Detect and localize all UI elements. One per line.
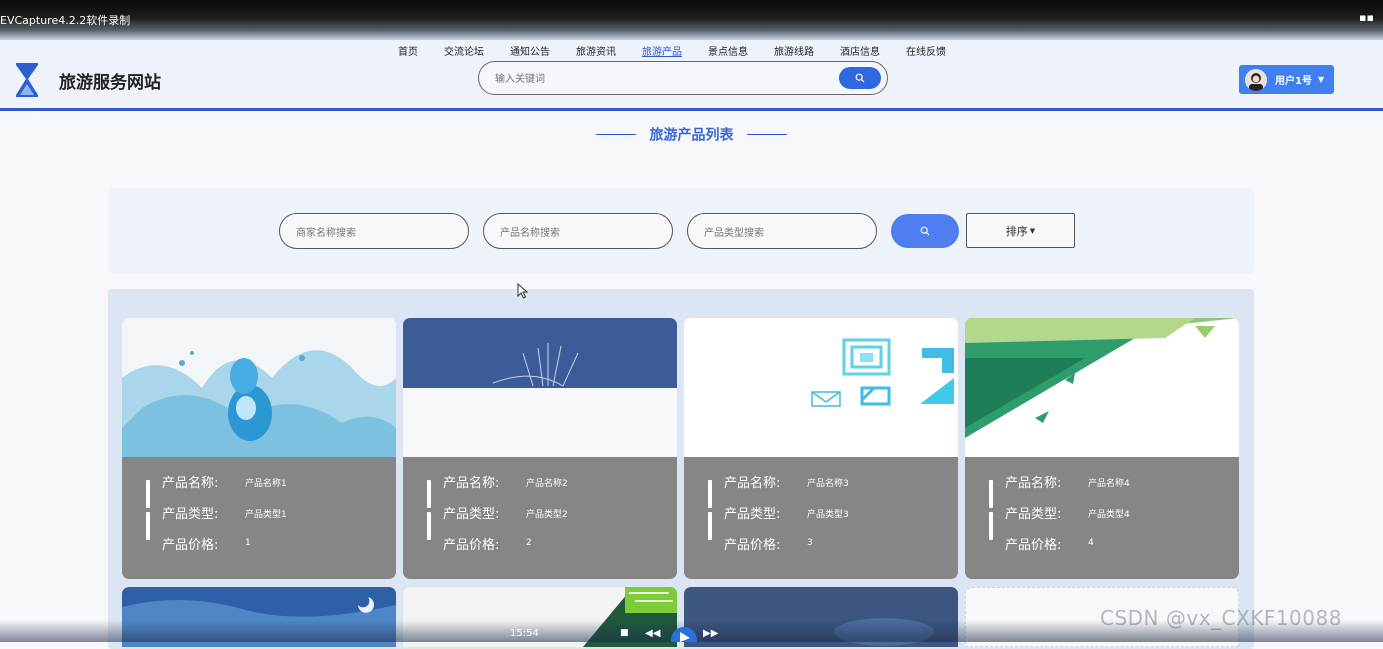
product-card[interactable]: 产品名称: 产品名称1 产品类型: 产品类型1 产品价格: 1 [122,318,396,579]
search-icon [855,73,865,83]
keyword-search-input[interactable] [493,70,827,88]
product-info: 产品名称: 产品名称3 产品类型: 产品类型3 产品价格: 3 [684,457,958,579]
main-nav: 首页 交流论坛 通知公告 旅游资讯 旅游产品 景点信息 旅游线路 酒店信息 在线… [385,40,959,60]
info-bar [989,480,993,508]
nav-item-attractions[interactable]: 景点信息 [708,43,748,58]
rewind-icon[interactable]: ◀◀ [645,628,660,639]
filter-search-button[interactable] [891,214,959,248]
header-search-button[interactable] [839,67,881,89]
nav-item-feedback[interactable]: 在线反馈 [906,43,946,58]
product-name: 产品名称4 [1088,479,1130,489]
product-image [122,318,396,457]
sort-label: 排序 [1005,224,1028,238]
capture-title: EVCapture4.2.2软件录制 [0,14,131,27]
filter-panel: 排序 ▼ [108,188,1254,274]
product-type: 产品类型1 [245,510,287,520]
product-name-label: 产品名称: [443,476,500,491]
product-name: 产品名称3 [807,479,849,489]
section-heading: 旅游产品列表 [0,124,1383,145]
product-type: 产品类型3 [807,510,849,520]
product-name-label: 产品名称: [724,476,781,491]
product-card[interactable]: 产品名称: 产品名称2 产品类型: 产品类型2 产品价格: 2 [403,318,677,579]
merchant-search-field [279,213,469,249]
product-price: 1 [245,538,251,548]
mouse-cursor-icon [517,283,529,299]
product-price-label: 产品价格: [443,538,500,553]
type-search-field [687,213,877,249]
product-name-label: 产品名称: [1005,476,1062,491]
product-type-label: 产品类型: [1005,507,1062,522]
info-bar [146,480,150,508]
search-icon [920,226,930,236]
product-name-label: 产品名称: [162,476,219,491]
nav-item-home[interactable]: 首页 [398,43,418,58]
product-type: 产品类型2 [526,510,568,520]
product-type-label: 产品类型: [443,507,500,522]
heading-line-left [596,133,637,136]
product-price: 4 [1088,538,1094,548]
grid-icon[interactable]: ▪▪ [1359,12,1374,24]
product-info: 产品名称: 产品名称4 产品类型: 产品类型4 产品价格: 4 [965,457,1239,579]
product-type-label: 产品类型: [724,507,781,522]
nav-item-routes[interactable]: 旅游线路 [774,43,814,58]
product-image [965,318,1239,457]
forward-icon[interactable]: ▶▶ [703,628,718,639]
product-name: 产品名称2 [526,479,568,489]
type-search-input[interactable] [702,224,866,242]
nav-item-notices[interactable]: 通知公告 [510,43,550,58]
nav-item-news[interactable]: 旅游资讯 [576,43,616,58]
product-price-label: 产品价格: [724,538,781,553]
product-type-label: 产品类型: [162,507,219,522]
info-bar [989,512,993,540]
product-card[interactable]: 产品名称: 产品名称3 产品类型: 产品类型3 产品价格: 3 [684,318,958,579]
product-name: 产品名称1 [245,479,287,489]
header-search [478,61,888,95]
video-player-bar: 15:54 ◀◀ ▶▶ ■ [0,620,1383,642]
playback-time: 15:54 [510,628,539,639]
site-header: 首页 交流论坛 通知公告 旅游资讯 旅游产品 景点信息 旅游线路 酒店信息 在线… [0,40,1383,111]
hourglass-logo-icon [16,63,38,97]
product-image [684,318,958,457]
product-type: 产品类型4 [1088,510,1130,520]
product-price: 3 [807,538,813,548]
nav-item-forum[interactable]: 交流论坛 [444,43,484,58]
nav-item-products[interactable]: 旅游产品 [642,43,682,58]
nav-item-hotels[interactable]: 酒店信息 [840,43,880,58]
caret-down-icon: ▼ [1029,226,1036,235]
product-search-field [483,213,673,249]
site-title: 旅游服务网站 [59,73,161,93]
section-title: 旅游产品列表 [649,127,734,144]
product-info: 产品名称: 产品名称2 产品类型: 产品类型2 产品价格: 2 [403,457,677,579]
product-card[interactable]: 产品名称: 产品名称4 产品类型: 产品类型4 产品价格: 4 [965,318,1239,579]
product-search-input[interactable] [498,224,662,242]
info-bar [427,512,431,540]
product-info: 产品名称: 产品名称1 产品类型: 产品类型1 产品价格: 1 [122,457,396,579]
info-bar [708,480,712,508]
product-price: 2 [526,538,532,548]
sort-dropdown-button[interactable]: 排序 ▼ [966,213,1075,248]
play-icon[interactable] [670,626,698,642]
info-bar [427,480,431,508]
heading-line-right [746,133,787,136]
avatar [1245,68,1267,91]
user-name: 用户1号 [1275,76,1312,87]
caret-down-icon: ▼ [1317,75,1325,84]
product-grid: 产品名称: 产品名称1 产品类型: 产品类型1 产品价格: 1 产品名称: 产品… [108,289,1254,649]
info-bar [146,512,150,540]
merchant-search-input[interactable] [294,224,458,242]
product-price-label: 产品价格: [162,538,219,553]
stop-icon[interactable]: ■ [620,628,629,638]
user-menu-button[interactable]: 用户1号 ▼ [1239,65,1334,94]
product-price-label: 产品价格: [1005,538,1062,553]
capture-title-bar: EVCapture4.2.2软件录制 ▪▪ [0,0,1383,40]
product-image [403,318,677,457]
info-bar [708,512,712,540]
